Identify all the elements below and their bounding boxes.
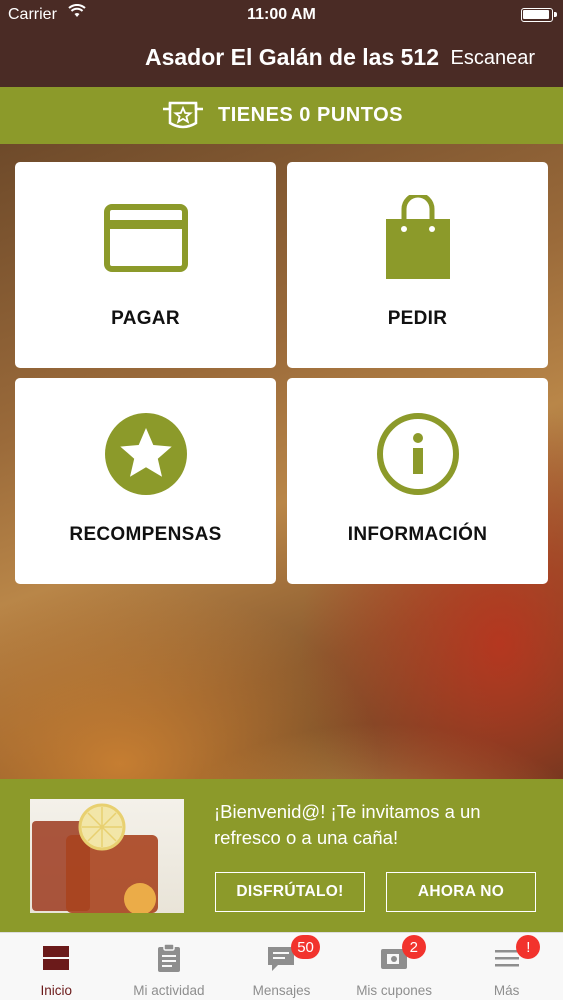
tab-bar: Inicio Mi actividad 50 Mensajes 2 Mis cu…	[0, 932, 563, 1000]
home-icon	[43, 946, 70, 970]
points-badge-icon	[163, 101, 204, 128]
info-icon	[376, 413, 459, 495]
promo-banner: ¡Bienvenid@! ¡Te invitamos a un refresco…	[0, 779, 563, 932]
tab-mensajes-label: Mensajes	[252, 983, 311, 998]
credit-card-icon	[103, 204, 188, 272]
tab-mi-actividad-label: Mi actividad	[133, 983, 205, 998]
battery-icon	[521, 8, 557, 22]
star-icon	[104, 413, 187, 495]
decline-promo-button[interactable]: AHORA NO	[386, 872, 536, 912]
info-tile[interactable]: INFORMACIÓN	[287, 378, 548, 584]
tab-mensajes[interactable]: 50 Mensajes	[225, 933, 338, 1000]
clock: 11:00 AM	[247, 6, 316, 23]
navigation-bar: Asador El Galán de las 512 Escanear	[0, 30, 563, 87]
scan-button[interactable]: Escanear	[451, 47, 536, 70]
pay-label: PAGAR	[111, 308, 180, 329]
promo-drink-image	[30, 799, 184, 913]
clipboard-icon	[157, 943, 180, 972]
tab-mas-label: Más	[493, 983, 520, 998]
rewards-tile[interactable]: RECOMPENSAS	[15, 378, 276, 584]
order-tile[interactable]: PEDIR	[287, 162, 548, 368]
messages-badge: 50	[291, 935, 320, 959]
status-bar: Carrier 11:00 AM	[0, 0, 563, 30]
tab-inicio-label: Inicio	[40, 983, 73, 998]
page-title: Asador El Galán de las 512	[144, 44, 439, 70]
rewards-label: RECOMPENSAS	[69, 524, 222, 545]
pay-tile[interactable]: PAGAR	[15, 162, 276, 368]
tab-mas[interactable]: ! Más	[450, 933, 563, 1000]
more-badge: !	[516, 935, 541, 959]
tab-mis-cupones-label: Mis cupones	[356, 983, 432, 998]
coupons-badge: 2	[401, 935, 426, 959]
shopping-bag-icon	[385, 195, 450, 279]
tab-mi-actividad[interactable]: Mi actividad	[113, 933, 226, 1000]
accept-promo-button[interactable]: DISFRÚTALO!	[215, 872, 365, 912]
tab-inicio[interactable]: Inicio	[0, 933, 113, 1000]
points-banner[interactable]: TIENES 0 PUNTOS	[0, 87, 563, 144]
promo-message: ¡Bienvenid@! ¡Te invitamos a un refresco…	[214, 801, 481, 848]
info-label: INFORMACIÓN	[347, 524, 488, 545]
points-label: TIENES 0 PUNTOS	[218, 104, 403, 126]
tab-mis-cupones[interactable]: 2 Mis cupones	[338, 933, 451, 1000]
order-label: PEDIR	[387, 308, 448, 329]
